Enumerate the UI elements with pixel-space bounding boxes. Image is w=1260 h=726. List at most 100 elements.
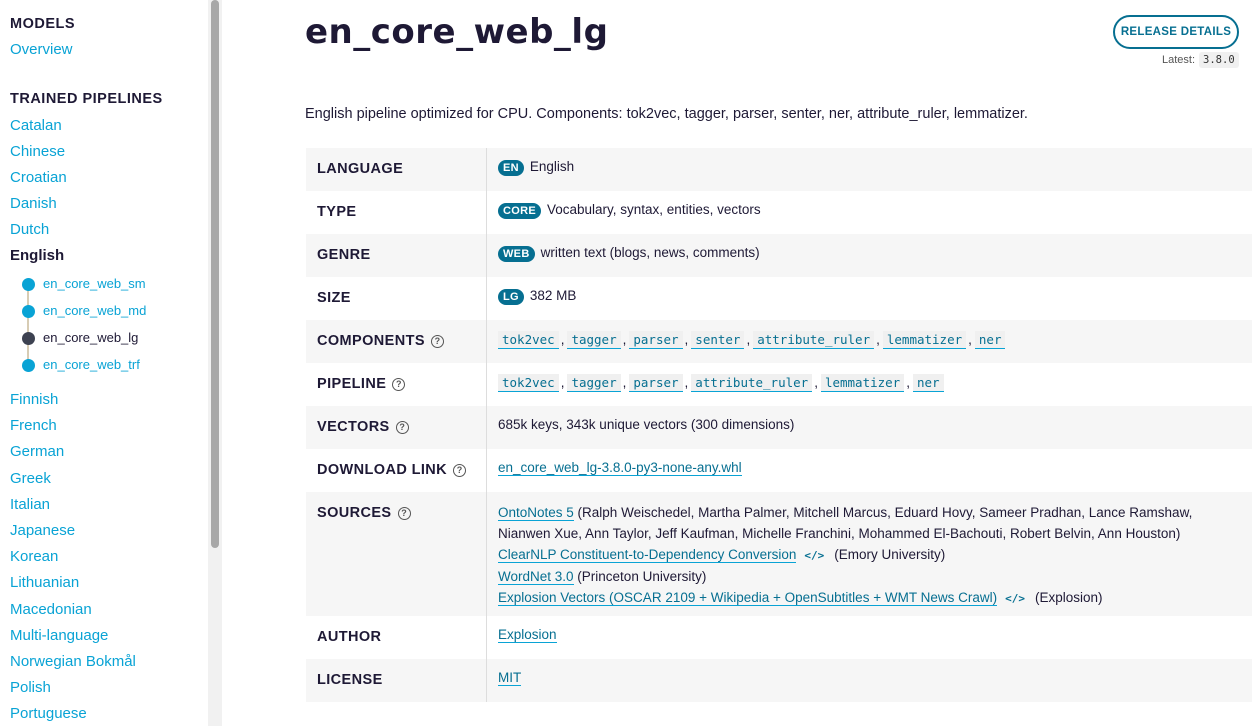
release-details-button[interactable]: RELEASE DETAILS bbox=[1113, 15, 1239, 49]
component-chip[interactable]: attribute_ruler bbox=[691, 374, 813, 392]
component-chip[interactable]: parser bbox=[629, 374, 683, 392]
sidebar-item-language[interactable]: Chinese bbox=[10, 143, 65, 160]
table-row-author: AUTHOR Explosion bbox=[306, 616, 1252, 659]
help-icon[interactable]: ? bbox=[392, 377, 406, 391]
sidebar-item-language[interactable]: Dutch bbox=[10, 221, 49, 238]
genre-tag: WEB bbox=[498, 246, 535, 262]
source-clearnlp: ClearNLP Constituent-to-Dependency Conve… bbox=[498, 544, 1212, 566]
help-icon[interactable]: ? bbox=[453, 463, 467, 477]
language-tag: EN bbox=[498, 160, 524, 176]
component-chip[interactable]: tagger bbox=[567, 331, 621, 349]
row-value-pipeline: tok2vec, tagger, parser, attribute_ruler, le… bbox=[487, 363, 1253, 406]
sidebar-item-language[interactable]: Catalan bbox=[10, 117, 62, 134]
sidebar-item-language[interactable]: Greek bbox=[10, 470, 51, 487]
model-dot-icon bbox=[22, 278, 35, 291]
component-chip[interactable]: ner bbox=[912, 374, 944, 392]
sidebar-item-language[interactable]: German bbox=[10, 443, 64, 460]
ontonotes-authors: (Ralph Weischedel, Martha Palmer, Mitche… bbox=[498, 505, 1193, 541]
sidebar-item-language[interactable]: Danish bbox=[10, 195, 57, 212]
row-key-license: LICENSE bbox=[306, 659, 487, 702]
component-chip[interactable]: tok2vec bbox=[498, 331, 559, 349]
sidebar-item-language[interactable]: Korean bbox=[10, 548, 58, 565]
table-row-size: SIZE LG 382 MB bbox=[306, 277, 1252, 320]
wordnet-link[interactable]: WordNet 3.0 bbox=[498, 569, 574, 585]
download-label: DOWNLOAD LINK bbox=[317, 462, 448, 478]
download-link[interactable]: en_core_web_lg-3.8.0-py3-none-any.whl bbox=[498, 460, 742, 476]
sidebar-section-models: MODELS bbox=[10, 16, 76, 32]
source-ontonotes: OntoNotes 5 (Ralph Weischedel, Martha Pa… bbox=[498, 502, 1212, 544]
wordnet-org: (Princeton University) bbox=[573, 569, 707, 584]
row-key-language: LANGUAGE bbox=[306, 148, 487, 191]
sidebar-model-item[interactable]: en_core_web_md bbox=[20, 301, 210, 321]
sidebar-model-item[interactable]: en_core_web_trf bbox=[20, 355, 210, 375]
row-value-author: Explosion bbox=[487, 616, 1253, 659]
author-link[interactable]: Explosion bbox=[498, 627, 557, 643]
code-icon[interactable]: </> bbox=[804, 545, 824, 566]
sidebar-item-language[interactable]: Finnish bbox=[10, 391, 58, 408]
row-value-sources: OntoNotes 5 (Ralph Weischedel, Martha Pa… bbox=[487, 492, 1253, 616]
sidebar-item-overview[interactable]: Overview bbox=[10, 41, 73, 58]
chip-separator: , bbox=[684, 332, 689, 347]
row-value-license: MIT bbox=[487, 659, 1253, 702]
sidebar-model-item[interactable]: en_core_web_lg bbox=[20, 328, 210, 348]
component-chip[interactable]: lemmatizer bbox=[820, 374, 905, 392]
component-chip[interactable]: lemmatizer bbox=[882, 331, 967, 349]
sidebar-item-language[interactable]: Multi-language bbox=[10, 627, 108, 644]
component-chip[interactable]: tok2vec bbox=[498, 374, 559, 392]
table-row-download: DOWNLOAD LINK? en_core_web_lg-3.8.0-py3-… bbox=[306, 449, 1252, 492]
help-icon[interactable]: ? bbox=[430, 334, 444, 348]
model-info-table: LANGUAGE EN English TYPE CORE Vocabulary, … bbox=[306, 148, 1252, 702]
sidebar-scrollbar-thumb[interactable] bbox=[211, 0, 219, 548]
code-icon[interactable]: </> bbox=[1005, 588, 1025, 609]
component-chip[interactable]: tagger bbox=[567, 374, 621, 392]
sidebar-item-language[interactable]: Italian bbox=[10, 496, 50, 513]
clearnlp-org: (Emory University) bbox=[834, 547, 946, 562]
sidebar-item-language[interactable]: Croatian bbox=[10, 169, 67, 186]
sidebar-item-language[interactable]: Japanese bbox=[10, 522, 75, 539]
explosion-vectors-link[interactable]: Explosion Vectors (OSCAR 2109 + Wikipedi… bbox=[498, 590, 998, 606]
table-row-genre: GENRE WEB written text (blogs, news, comm… bbox=[306, 234, 1252, 277]
model-item-label: en_core_web_md bbox=[43, 303, 147, 318]
components-label: COMPONENTS bbox=[317, 333, 425, 349]
chip-separator: , bbox=[746, 332, 751, 347]
table-row-vectors: VECTORS? 685k keys, 343k unique vectors … bbox=[306, 406, 1252, 449]
model-item-label: en_core_web_sm bbox=[43, 276, 146, 291]
ontonotes-link[interactable]: OntoNotes 5 bbox=[498, 505, 574, 521]
clearnlp-link[interactable]: ClearNLP Constituent-to-Dependency Conve… bbox=[498, 547, 797, 563]
row-key-download: DOWNLOAD LINK? bbox=[306, 449, 487, 492]
model-dot-icon bbox=[22, 332, 35, 345]
table-row-sources: SOURCES? OntoNotes 5 (Ralph Weischedel, … bbox=[306, 492, 1252, 616]
type-value: Vocabulary, syntax, entities, vectors bbox=[546, 202, 761, 217]
row-value-language: EN English bbox=[487, 148, 1253, 191]
source-wordnet: WordNet 3.0 (Princeton University) bbox=[498, 566, 1212, 587]
sidebar-item-language[interactable]: Norwegian Bokmål bbox=[10, 653, 136, 670]
component-chip[interactable]: parser bbox=[629, 331, 683, 349]
chip-separator: , bbox=[906, 375, 910, 390]
sidebar-item-language[interactable]: Portuguese bbox=[10, 705, 87, 722]
chip-separator: , bbox=[622, 332, 627, 347]
sidebar-item-language[interactable]: Lithuanian bbox=[10, 574, 79, 591]
sidebar-item-language[interactable]: French bbox=[10, 417, 57, 434]
component-chip[interactable]: senter bbox=[691, 331, 745, 349]
model-item-label: en_core_web_lg bbox=[43, 330, 139, 345]
pipeline-label: PIPELINE bbox=[317, 376, 387, 392]
size-value: 382 MB bbox=[529, 288, 577, 303]
row-key-type: TYPE bbox=[306, 191, 487, 234]
component-chip[interactable]: ner bbox=[974, 331, 1006, 349]
sidebar-item-english[interactable]: English bbox=[10, 247, 64, 264]
help-icon[interactable]: ? bbox=[395, 420, 409, 434]
sidebar-model-item[interactable]: en_core_web_sm bbox=[20, 274, 210, 294]
sidebar-item-language[interactable]: Macedonian bbox=[10, 601, 92, 618]
row-value-vectors: 685k keys, 343k unique vectors (300 dime… bbox=[498, 417, 795, 432]
language-value: English bbox=[529, 159, 575, 174]
vectors-label: VECTORS bbox=[317, 419, 390, 435]
sidebar-item-language[interactable]: Polish bbox=[10, 679, 51, 696]
row-value-type: CORE Vocabulary, syntax, entities, vector… bbox=[487, 191, 1253, 234]
chip-separator: , bbox=[968, 332, 972, 347]
component-chip[interactable]: attribute_ruler bbox=[753, 331, 875, 349]
table-row-license: LICENSE MIT bbox=[306, 659, 1252, 702]
help-icon[interactable]: ? bbox=[397, 506, 411, 520]
source-vectors: Explosion Vectors (OSCAR 2109 + Wikipedi… bbox=[498, 587, 1212, 609]
table-row-pipeline: PIPELINE? tok2vec, tagger, parser, attribut… bbox=[306, 363, 1252, 406]
license-link[interactable]: MIT bbox=[498, 670, 522, 686]
